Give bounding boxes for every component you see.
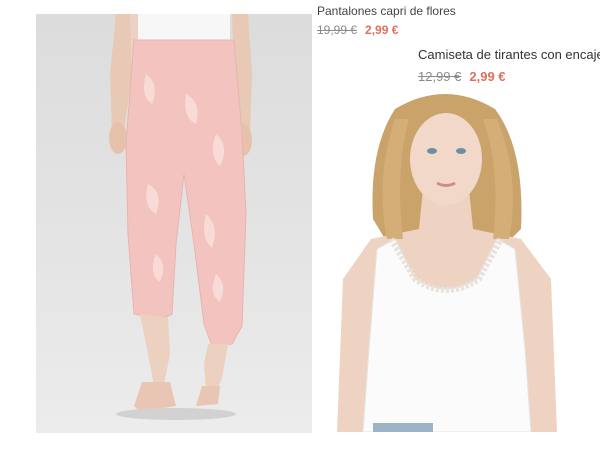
sale-price: 2,99 € xyxy=(365,23,399,37)
product-title-lace-tank-top[interactable]: Camiseta de tirantes con encaje xyxy=(418,47,600,62)
product-image-lace-tank-top[interactable] xyxy=(325,89,567,432)
product-title-capri-pants[interactable]: Pantalones capri de flores xyxy=(317,4,456,18)
product-listing: Pantalones capri de flores 19,99 € 2,99 €… xyxy=(0,0,600,450)
product-prices-lace-tank-top: 12,99 € 2,99 € xyxy=(418,69,506,84)
capri-pants-illustration xyxy=(109,14,252,420)
sale-price: 2,99 € xyxy=(469,69,506,84)
product-image-capri-pants[interactable] xyxy=(36,14,312,433)
original-price: 12,99 € xyxy=(418,69,462,84)
original-price: 19,99 € xyxy=(317,23,358,37)
lace-tank-top-illustration xyxy=(337,94,557,432)
product-prices-capri-pants: 19,99 € 2,99 € xyxy=(317,23,398,37)
